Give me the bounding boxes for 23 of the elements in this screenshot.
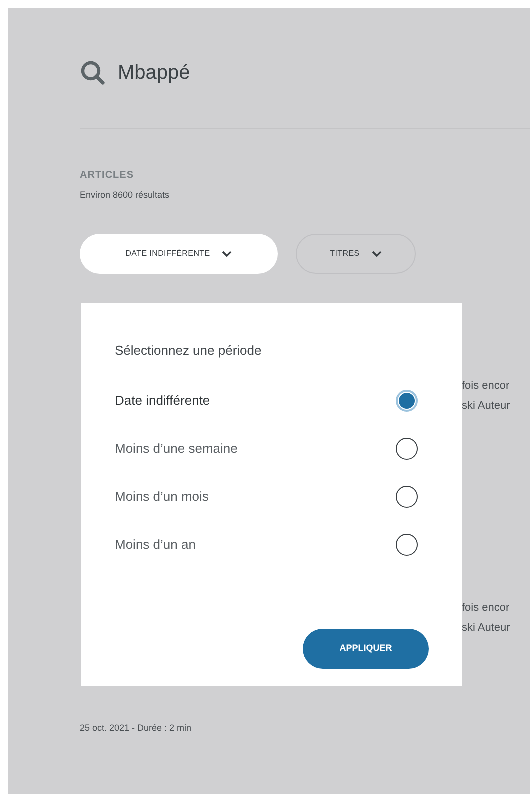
search-icon: [80, 60, 106, 86]
dropdown-title: Sélectionnez une période: [115, 342, 263, 360]
option-label[interactable]: Moins d’un mois: [115, 486, 209, 506]
apply-button[interactable]: APPLIQUER: [303, 628, 429, 668]
chevron-down-icon: [372, 250, 382, 258]
radio-button[interactable]: [396, 390, 418, 412]
radio-button[interactable]: [396, 438, 418, 460]
article-excerpt: fois encor: [462, 601, 511, 616]
search-query[interactable]: Mbappé: [118, 58, 190, 88]
radio-button[interactable]: [396, 534, 418, 556]
article-excerpt: ski Auteur: [462, 621, 512, 636]
option-label[interactable]: Moins d’un an: [115, 534, 196, 554]
filter-button[interactable]: DATE INDIFFÉRENTE: [80, 234, 278, 274]
article-excerpt: fois encor: [462, 379, 511, 394]
article-excerpt: ski Auteur: [462, 399, 512, 414]
radio-button[interactable]: [396, 486, 418, 508]
option-label[interactable]: Date indifférente: [115, 390, 210, 410]
section-title: ARTICLES: [80, 169, 135, 183]
option-label[interactable]: Moins d’une semaine: [115, 438, 238, 458]
article-meta: 25 oct. 2021 - Durée : 2 min: [80, 722, 193, 735]
filter-button[interactable]: TITRES: [296, 234, 416, 274]
chevron-down-icon: [222, 250, 232, 258]
result-count: Environ 8600 résultats: [80, 189, 171, 201]
